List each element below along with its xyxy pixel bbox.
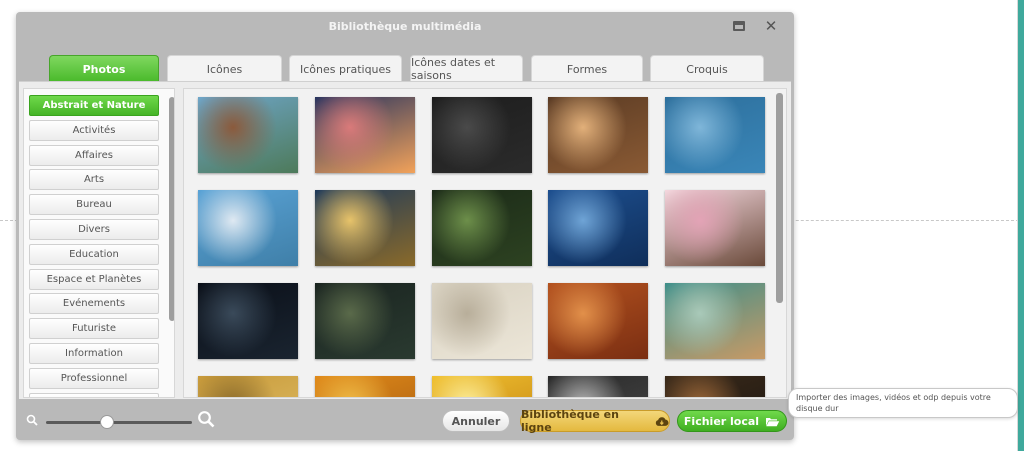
alpine-lake-photo[interactable]: [198, 190, 298, 266]
local-file-tooltip: Importer des images, vidéos et odp depui…: [788, 388, 1018, 418]
leaf-drops-photo[interactable]: [432, 190, 532, 266]
rocks-dark-photo[interactable]: [665, 376, 765, 397]
online-library-button[interactable]: Bibliothèque en ligne: [520, 408, 670, 434]
window-minimize-icon[interactable]: [730, 17, 748, 35]
orange-glow-photo[interactable]: [315, 376, 415, 397]
red-canyon-photo[interactable]: [548, 283, 648, 359]
dialog-footer: Annuler Bibliothèque en ligne Fichier lo…: [16, 402, 794, 440]
category-item[interactable]: Information: [29, 343, 159, 364]
dialog-titlebar[interactable]: Bibliothèque multimédia ✕: [16, 12, 794, 42]
tab-ic-nes-pratiques[interactable]: Icônes pratiques: [289, 55, 402, 82]
cancel-button-label: Annuler: [451, 414, 501, 428]
category-item[interactable]: Evénements: [29, 293, 159, 315]
dark-rain-photo[interactable]: [432, 97, 532, 173]
grid-scrollbar[interactable]: [776, 93, 783, 303]
content-panel: Abstrait et Nature Activités Affaires Arts B…: [19, 81, 791, 399]
tab-ic-nes-dates-et-saisons[interactable]: Icônes dates et saisons: [410, 55, 523, 82]
side-accent-strip: [1018, 0, 1024, 451]
cloud-download-icon: [656, 416, 669, 426]
online-library-label: Bibliothèque en ligne: [521, 408, 619, 434]
canyon-river-photo[interactable]: [198, 97, 298, 173]
category-item[interactable]: Arts: [29, 169, 159, 191]
turquoise-wood-photo[interactable]: [665, 283, 765, 359]
tab-croquis[interactable]: Croquis: [650, 55, 764, 82]
zoom-slider[interactable]: [46, 415, 192, 429]
zoom-in-icon[interactable]: [197, 410, 215, 428]
cancel-button[interactable]: Annuler: [442, 410, 510, 432]
water-drops-photo[interactable]: [548, 376, 648, 397]
media-library-dialog: Bibliothèque multimédia ✕ Photos Icônes Ic…: [16, 12, 794, 440]
category-item[interactable]: Futuriste: [29, 318, 159, 340]
sidebar-scrollbar[interactable]: [169, 97, 174, 321]
sunrise-field-photo[interactable]: [315, 190, 415, 266]
golden-sun-photo[interactable]: [432, 376, 532, 397]
sand-waves-photo[interactable]: [432, 283, 532, 359]
golden-lights-photo[interactable]: [548, 97, 648, 173]
category-item[interactable]: Activités: [29, 119, 159, 141]
earth-night-photo[interactable]: [198, 283, 298, 359]
category-item[interactable]: Affaires: [29, 144, 159, 166]
dialog-title: Bibliothèque multimédia: [328, 20, 482, 33]
thumbnail-grid: [183, 88, 787, 398]
category-item[interactable]: Divers: [29, 219, 159, 240]
category-sidebar: Abstrait et Nature Activités Affaires Arts B…: [23, 88, 175, 398]
lake-sunset-photo[interactable]: [315, 97, 415, 173]
folder-open-icon: [766, 417, 780, 426]
forest-cliff-photo[interactable]: [315, 283, 415, 359]
blue-crystals-photo[interactable]: [665, 97, 765, 173]
category-item[interactable]: Espace et Planètes: [29, 268, 159, 290]
close-icon[interactable]: ✕: [762, 17, 780, 35]
cherry-blossom-photo[interactable]: [665, 190, 765, 266]
zoom-out-icon[interactable]: [26, 414, 38, 426]
category-item[interactable]: Restauration: [29, 392, 159, 397]
local-file-button[interactable]: Fichier local: [677, 410, 787, 432]
tab-photos[interactable]: Photos: [49, 55, 159, 82]
tooltip-text: Importer des images, vidéos et odp depui…: [796, 393, 991, 413]
category-item[interactable]: Professionnel: [29, 367, 159, 389]
local-file-label: Fichier local: [683, 414, 760, 428]
tab-formes[interactable]: Formes: [531, 55, 643, 82]
category-item[interactable]: Abstrait et Nature: [29, 95, 159, 116]
zoom-slider-thumb[interactable]: [100, 415, 115, 429]
blue-mountains-photo[interactable]: [548, 190, 648, 266]
category-item[interactable]: Education: [29, 243, 159, 265]
tab-ic-nes[interactable]: Icônes: [167, 55, 282, 82]
category-item[interactable]: Bureau: [29, 194, 159, 216]
wheat-field-photo[interactable]: [198, 376, 298, 397]
